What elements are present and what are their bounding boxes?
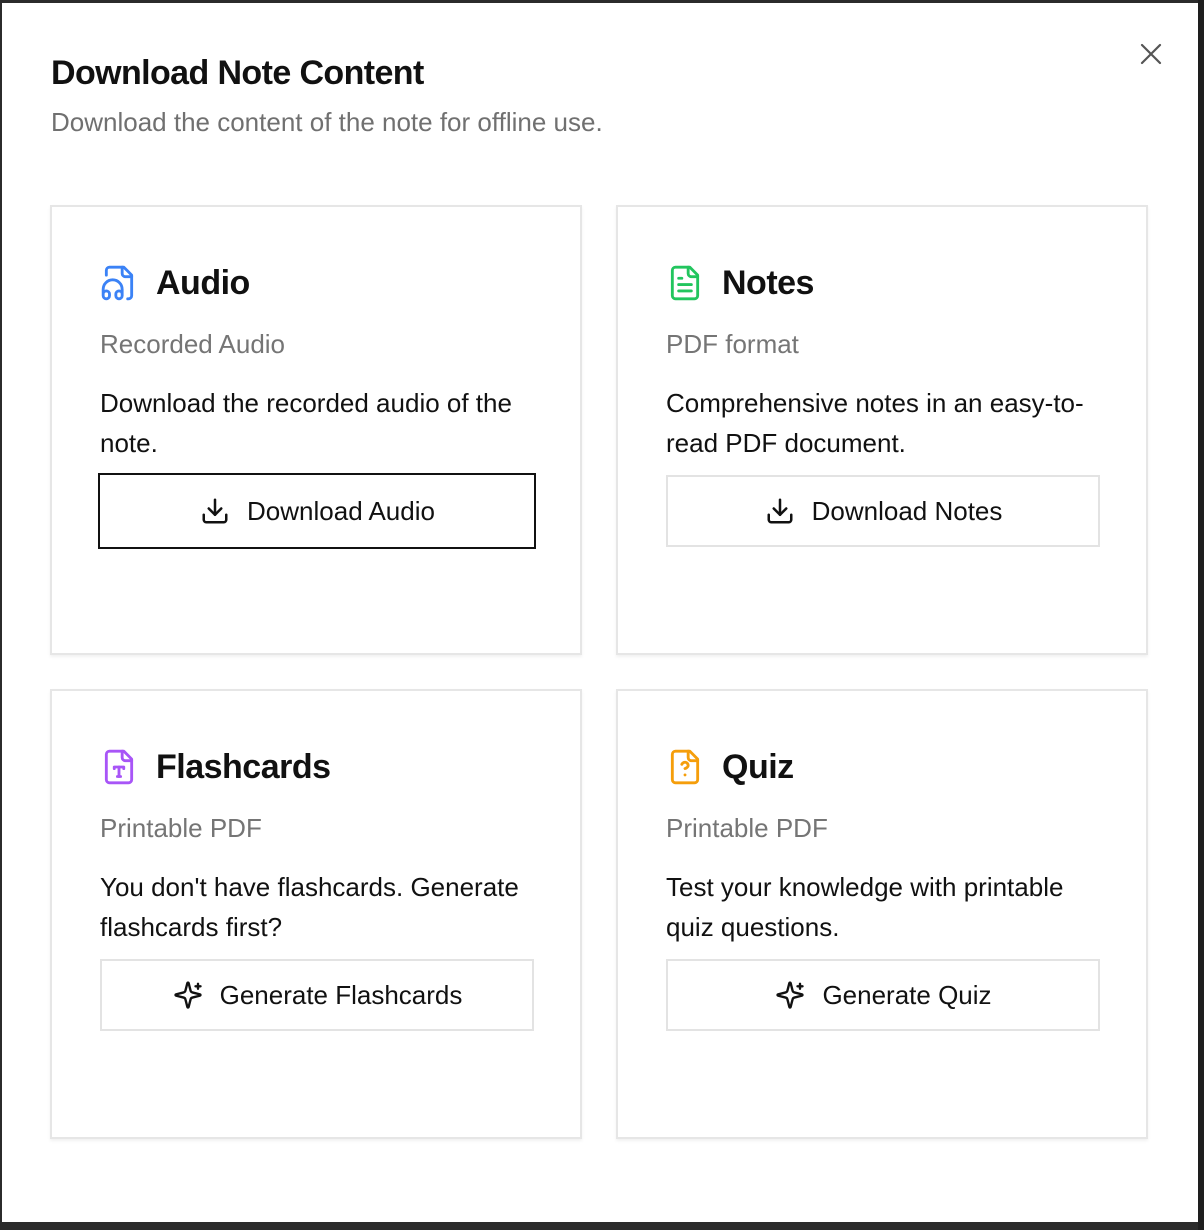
quiz-card-subtitle: Printable PDF <box>666 813 828 843</box>
backdrop <box>1198 0 1204 1230</box>
flashcards-card: Flashcards Printable PDF You don't have … <box>50 689 582 1139</box>
notes-card-title: Notes <box>722 264 814 302</box>
generate-quiz-label: Generate Quiz <box>822 979 992 1010</box>
download-notes-button[interactable]: Download Notes <box>666 475 1100 547</box>
close-button[interactable] <box>1136 39 1166 69</box>
flashcards-card-subtitle: Printable PDF <box>100 813 262 843</box>
audio-card-description: Download the recorded audio of the note. <box>100 388 512 458</box>
close-icon <box>1140 43 1162 65</box>
file-question-icon <box>666 748 704 786</box>
flashcards-card-title: Flashcards <box>156 748 331 786</box>
sparkles-icon <box>774 979 806 1011</box>
download-notes-label: Download Notes <box>811 495 1003 526</box>
generate-quiz-button[interactable]: Generate Quiz <box>666 959 1100 1031</box>
notes-card-subtitle: PDF format <box>666 329 799 359</box>
download-icon <box>199 495 231 527</box>
file-audio-icon <box>100 264 138 302</box>
audio-card-header: Audio <box>100 263 250 303</box>
notes-card-description: Comprehensive notes in an easy-to-read P… <box>666 388 1084 458</box>
download-dialog: Download Note Content Download the conte… <box>2 3 1198 1222</box>
sparkles-icon <box>172 979 204 1011</box>
download-audio-button[interactable]: Download Audio <box>98 473 536 549</box>
generate-flashcards-button[interactable]: Generate Flashcards <box>100 959 534 1031</box>
notes-card-header: Notes <box>666 263 814 303</box>
flashcards-card-header: Flashcards <box>100 747 331 787</box>
audio-card: Audio Recorded Audio Download the record… <box>50 205 582 655</box>
file-text-icon <box>666 264 704 302</box>
audio-card-title: Audio <box>156 264 250 302</box>
audio-card-subtitle: Recorded Audio <box>100 329 286 359</box>
download-icon <box>764 495 796 527</box>
quiz-card-title: Quiz <box>722 748 794 786</box>
flashcards-card-description: You don't have flashcards. Generate flas… <box>100 872 519 942</box>
file-type-icon <box>100 748 138 786</box>
notes-card: Notes PDF format Comprehensive notes in … <box>616 205 1148 655</box>
quiz-card-header: Quiz <box>666 747 794 787</box>
download-audio-label: Download Audio <box>247 495 435 526</box>
dialog-title: Download Note Content <box>51 54 424 92</box>
quiz-card-description: Test your knowledge with printable quiz … <box>666 872 1064 942</box>
dialog-subtitle: Download the content of the note for off… <box>51 107 603 137</box>
generate-flashcards-label: Generate Flashcards <box>219 979 463 1010</box>
quiz-card: Quiz Printable PDF Test your knowledge w… <box>616 689 1148 1139</box>
